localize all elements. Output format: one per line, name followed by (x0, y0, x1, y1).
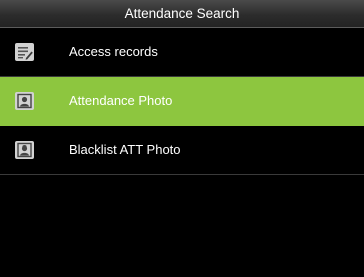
records-list-icon (15, 43, 34, 61)
page-title: Attendance Search (124, 6, 240, 21)
menu-item-blacklist-att-photo[interactable]: Blacklist ATT Photo (0, 126, 364, 175)
menu-item-label: Attendance Photo (69, 93, 173, 108)
attendance-search-menu: Access records Attendance Photo Blacklis… (0, 28, 364, 175)
device-screen: Attendance Search Access records Attenda… (0, 0, 364, 277)
menu-item-attendance-photo[interactable]: Attendance Photo (0, 77, 364, 126)
menu-item-label: Access records (69, 44, 158, 59)
portrait-photo-icon (15, 92, 34, 110)
menu-item-access-records[interactable]: Access records (0, 28, 364, 77)
blacklist-photo-icon (15, 141, 34, 159)
title-bar: Attendance Search (0, 0, 364, 28)
menu-item-label: Blacklist ATT Photo (69, 142, 181, 157)
